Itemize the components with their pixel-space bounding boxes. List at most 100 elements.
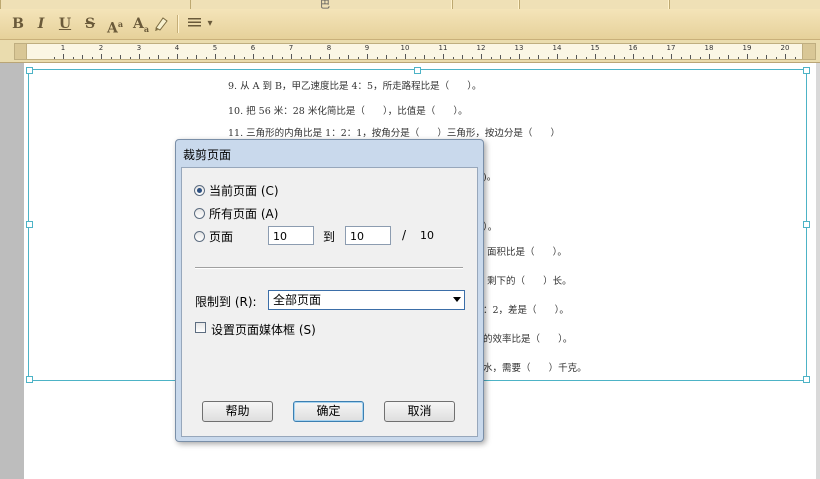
ruler-number: 3: [136, 44, 142, 52]
doc-line: 水，需要（ ）千克。: [483, 363, 587, 374]
crop-handle-top-right[interactable]: [803, 67, 810, 74]
ruler-tick: [414, 57, 416, 59]
underline-button[interactable]: U: [57, 14, 73, 34]
doc-fragment: )。: [483, 172, 497, 183]
ruler-number: 15: [590, 44, 600, 52]
ruler-tick: [566, 57, 568, 59]
italic-button[interactable]: I: [33, 14, 49, 34]
radio-all-pages-label: 所有页面 (A): [209, 206, 279, 221]
ruler-tick: [462, 55, 463, 59]
format-toolbar: B I U S Aa Aa ▾: [0, 9, 820, 40]
ruler-tick: [300, 57, 302, 59]
ruler-number: 11: [438, 44, 448, 52]
ruler-tick: [471, 57, 473, 59]
ruler-tick: [747, 54, 748, 59]
radio-current-page[interactable]: 当前页面 (C): [194, 182, 279, 198]
ruler-tick: [481, 54, 482, 59]
page-to-input[interactable]: 10: [345, 226, 391, 245]
bold-button[interactable]: B: [10, 14, 26, 34]
ruler-tick: [709, 54, 710, 59]
ruler-number: 12: [476, 44, 486, 52]
crop-handle-top[interactable]: [414, 67, 421, 74]
dialog-divider: [195, 267, 463, 269]
left-page-margin: [0, 63, 24, 479]
superscript-button[interactable]: Aa: [104, 14, 126, 37]
radio-current-page-button[interactable]: [194, 184, 205, 196]
doc-line: 剩下的（ ）长。: [487, 276, 572, 287]
right-page-edge: [816, 63, 820, 479]
ruler-tick: [528, 57, 530, 59]
ruler-tick: [671, 54, 672, 59]
total-pages: 10: [420, 229, 434, 242]
ruler-tick: [547, 57, 549, 59]
ruler-tick: [585, 57, 587, 59]
dialog-title: 裁剪页面: [183, 148, 232, 162]
ruler-tick: [367, 54, 368, 59]
limit-to-selected-value: 全部页面: [273, 293, 322, 307]
doc-fragment: ）。: [483, 222, 498, 233]
subscript-mark: a: [143, 23, 150, 34]
radio-all-pages[interactable]: 所有页面 (A): [194, 205, 278, 221]
crop-handle-right[interactable]: [803, 221, 810, 228]
set-mediabox-checkbox[interactable]: [195, 322, 206, 333]
ruler-tick: [718, 57, 720, 59]
ruler-tick: [196, 55, 197, 59]
chevron-down-icon: [453, 297, 461, 302]
ruler-tick: [595, 54, 596, 59]
ruler-tick: [281, 57, 283, 59]
ruler-tick: [348, 55, 349, 59]
ruler-number: 19: [742, 44, 752, 52]
crop-handle-bottom-left[interactable]: [26, 376, 33, 383]
doc-line: 11. 三角形的内角比是 1：2：1，按角分是（ ）三角形，按边分是（ ）: [228, 128, 561, 139]
crop-handle-bottom-right[interactable]: [803, 376, 810, 383]
ruler-tick: [538, 55, 539, 59]
cancel-button[interactable]: 取消: [384, 401, 455, 422]
doc-line: 的效率比是（ ）。: [483, 334, 573, 345]
ruler-tick: [110, 57, 112, 59]
ruler-tick: [623, 57, 625, 59]
crop-handle-left[interactable]: [26, 221, 33, 228]
doc-line: 10. 把 56 米：28 米化简比是（ ），比值是（ ）。: [228, 106, 468, 117]
ruler-number: 7: [288, 44, 294, 52]
ruler-number: 4: [174, 44, 180, 52]
ruler-tick: [490, 57, 492, 59]
ruler-number: 10: [400, 44, 410, 52]
ruler-tick: [310, 55, 311, 59]
ruler-tick: [101, 54, 102, 59]
ruler-tick: [376, 57, 378, 59]
radio-page-range-button[interactable]: [194, 230, 205, 242]
ruler-tick: [63, 54, 64, 59]
ruler-tick: [433, 57, 435, 59]
radio-page-range[interactable]: 页面: [194, 228, 233, 244]
strikethrough-button[interactable]: S: [82, 14, 98, 34]
limit-to-select[interactable]: 全部页面: [268, 290, 465, 310]
help-button[interactable]: 帮助: [202, 401, 273, 422]
ruler-tick: [452, 57, 454, 59]
crop-handle-top-left[interactable]: [26, 67, 33, 74]
radio-page-range-label: 页面: [209, 229, 234, 244]
ruler-tick: [148, 57, 150, 59]
ruler-tick: [395, 57, 397, 59]
ok-button[interactable]: 确定: [293, 401, 364, 422]
ruler-tick: [158, 55, 159, 59]
ruler-tick: [519, 54, 520, 59]
ruler-tick: [177, 54, 178, 59]
ruler-tick: [338, 57, 340, 59]
highlighter-icon[interactable]: [153, 14, 171, 34]
to-label: 到: [323, 230, 336, 244]
ruler-tick: [186, 57, 188, 59]
align-lines-icon[interactable]: [186, 14, 204, 34]
ruler-number: 20: [780, 44, 790, 52]
ruler-number: 8: [326, 44, 332, 52]
ruler-tick: [443, 54, 444, 59]
radio-all-pages-button[interactable]: [194, 207, 205, 219]
ruler-number: 14: [552, 44, 562, 52]
limit-to-label: 限制到 (R):: [195, 295, 257, 309]
ruler-tick: [728, 55, 729, 59]
horizontal-ruler: 1 2 3 4 5 6 7 8 9 10 11 12 13 14 15 16 17 18 19 20: [0, 40, 820, 63]
page-from-input[interactable]: 10: [268, 226, 314, 245]
align-dropdown-icon[interactable]: ▾: [204, 14, 216, 34]
ruler-tick: [262, 57, 264, 59]
ruler-number: 1: [60, 44, 66, 52]
subscript-button[interactable]: Aa: [130, 14, 152, 34]
